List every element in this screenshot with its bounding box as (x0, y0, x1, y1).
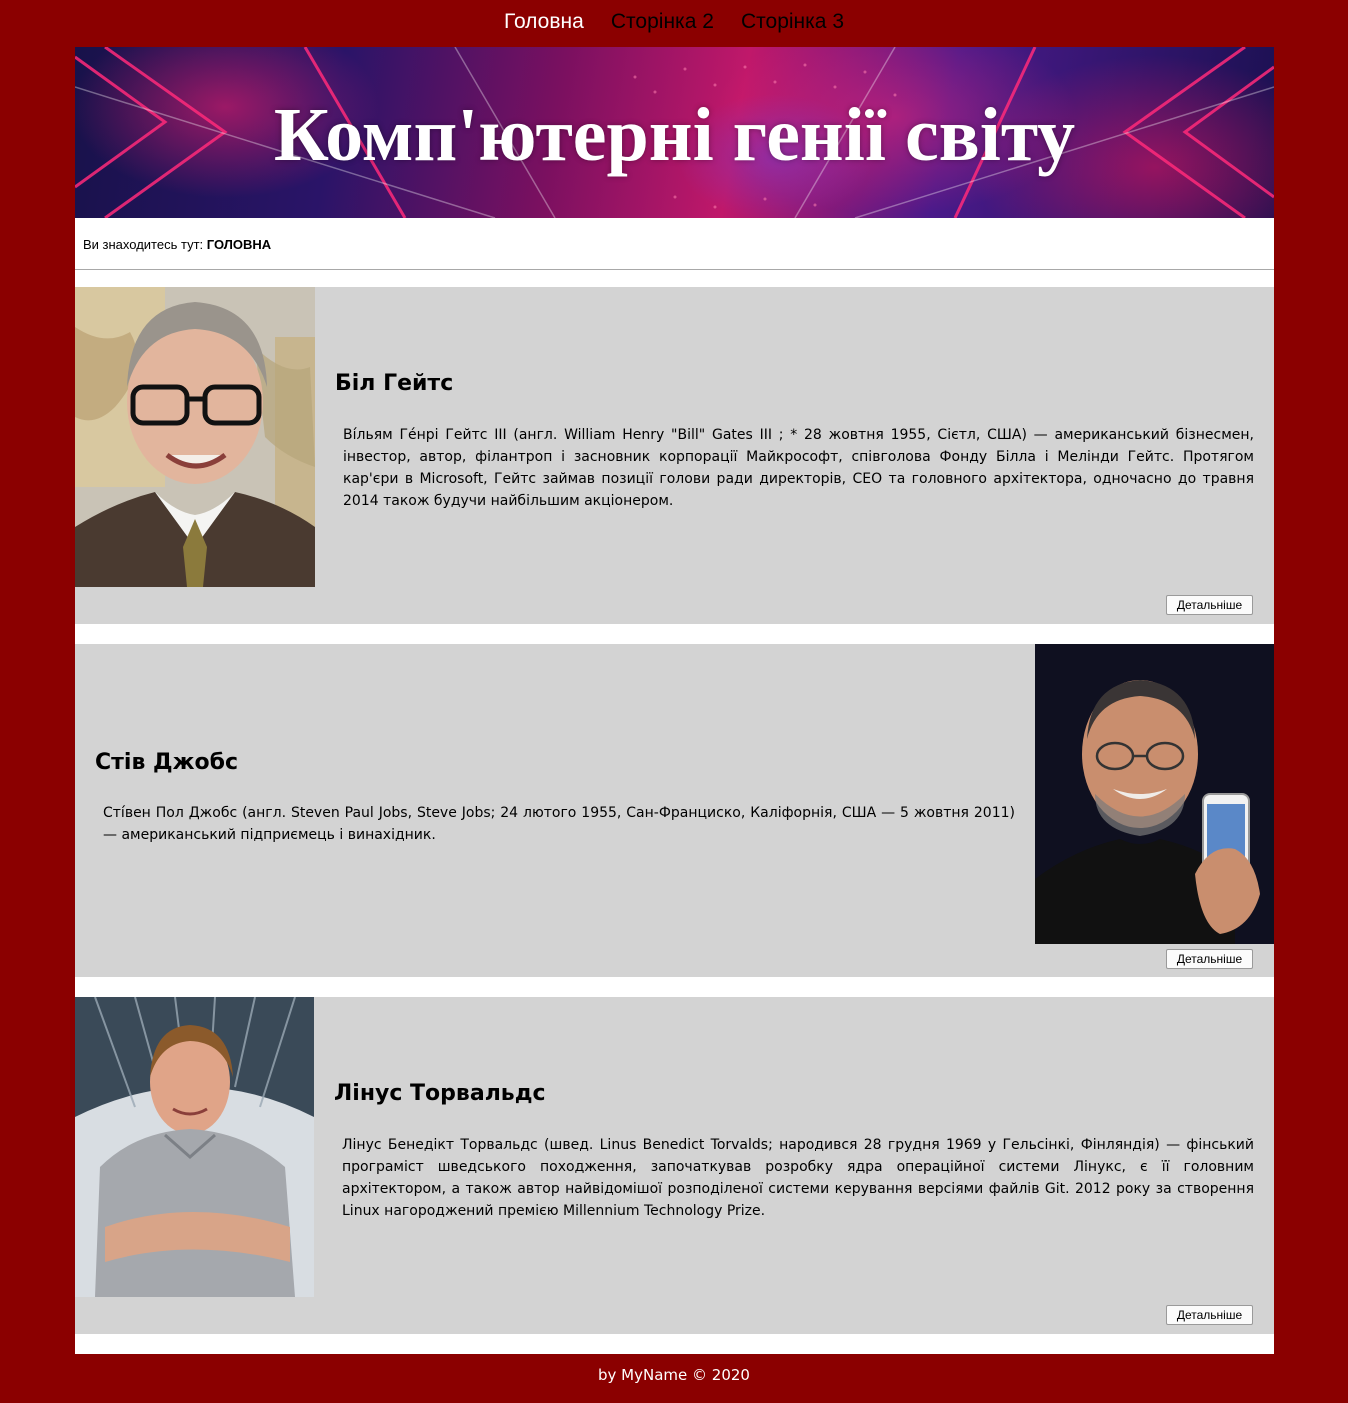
details-button[interactable]: Детальніше (1166, 949, 1253, 969)
nav-link-page-3[interactable]: Сторінка 3 (741, 10, 844, 34)
person-name: Стів Джобс (95, 750, 239, 775)
person-card-gates: Біл Гейтс Ві́льям Ге́нрі Гейтс III (англ… (75, 287, 1274, 624)
person-card-torvalds: Лінус Торвальдс Лінус Бенедікт Торвальдс… (75, 997, 1274, 1334)
person-name: Лінус Торвальдс (334, 1081, 546, 1106)
person-photo-gates (75, 287, 315, 587)
person-description: Сті́вен Пол Джобс (англ. Steven Paul Job… (103, 805, 1015, 843)
breadcrumb-prefix: Ви знаходитесь тут: (83, 237, 204, 252)
details-button[interactable]: Детальніше (1166, 1305, 1253, 1325)
person-description: Лінус Бенедікт Торвальдс (швед. Linus Be… (342, 1137, 1254, 1219)
details-button[interactable]: Детальніше (1166, 595, 1253, 615)
footer-text: by MyName © 2020 (598, 1366, 750, 1384)
nav-link-page-2[interactable]: Сторінка 2 (611, 10, 714, 34)
breadcrumb: Ви знаходитесь тут: ГОЛОВНА (75, 218, 1274, 270)
person-description: Ві́льям Ге́нрі Гейтс III (англ. William … (343, 427, 1254, 509)
main-container: Комп'ютерні генії світу Ви знаходитесь т… (75, 47, 1274, 1354)
page-title: Комп'ютерні генії світу (273, 93, 1076, 177)
breadcrumb-current: ГОЛОВНА (206, 237, 272, 252)
person-photo-jobs (1035, 644, 1274, 944)
footer: by MyName © 2020 (0, 1354, 1348, 1403)
person-card-jobs: Стів Джобс Сті́вен Пол Джобс (англ. Stev… (75, 644, 1274, 977)
top-navigation: Головна Сторінка 2 Сторінка 3 (0, 0, 1348, 47)
person-name: Біл Гейтс (335, 371, 454, 396)
person-photo-torvalds (75, 997, 314, 1297)
header-banner: Комп'ютерні генії світу (75, 47, 1274, 218)
nav-link-home[interactable]: Головна (504, 10, 584, 34)
